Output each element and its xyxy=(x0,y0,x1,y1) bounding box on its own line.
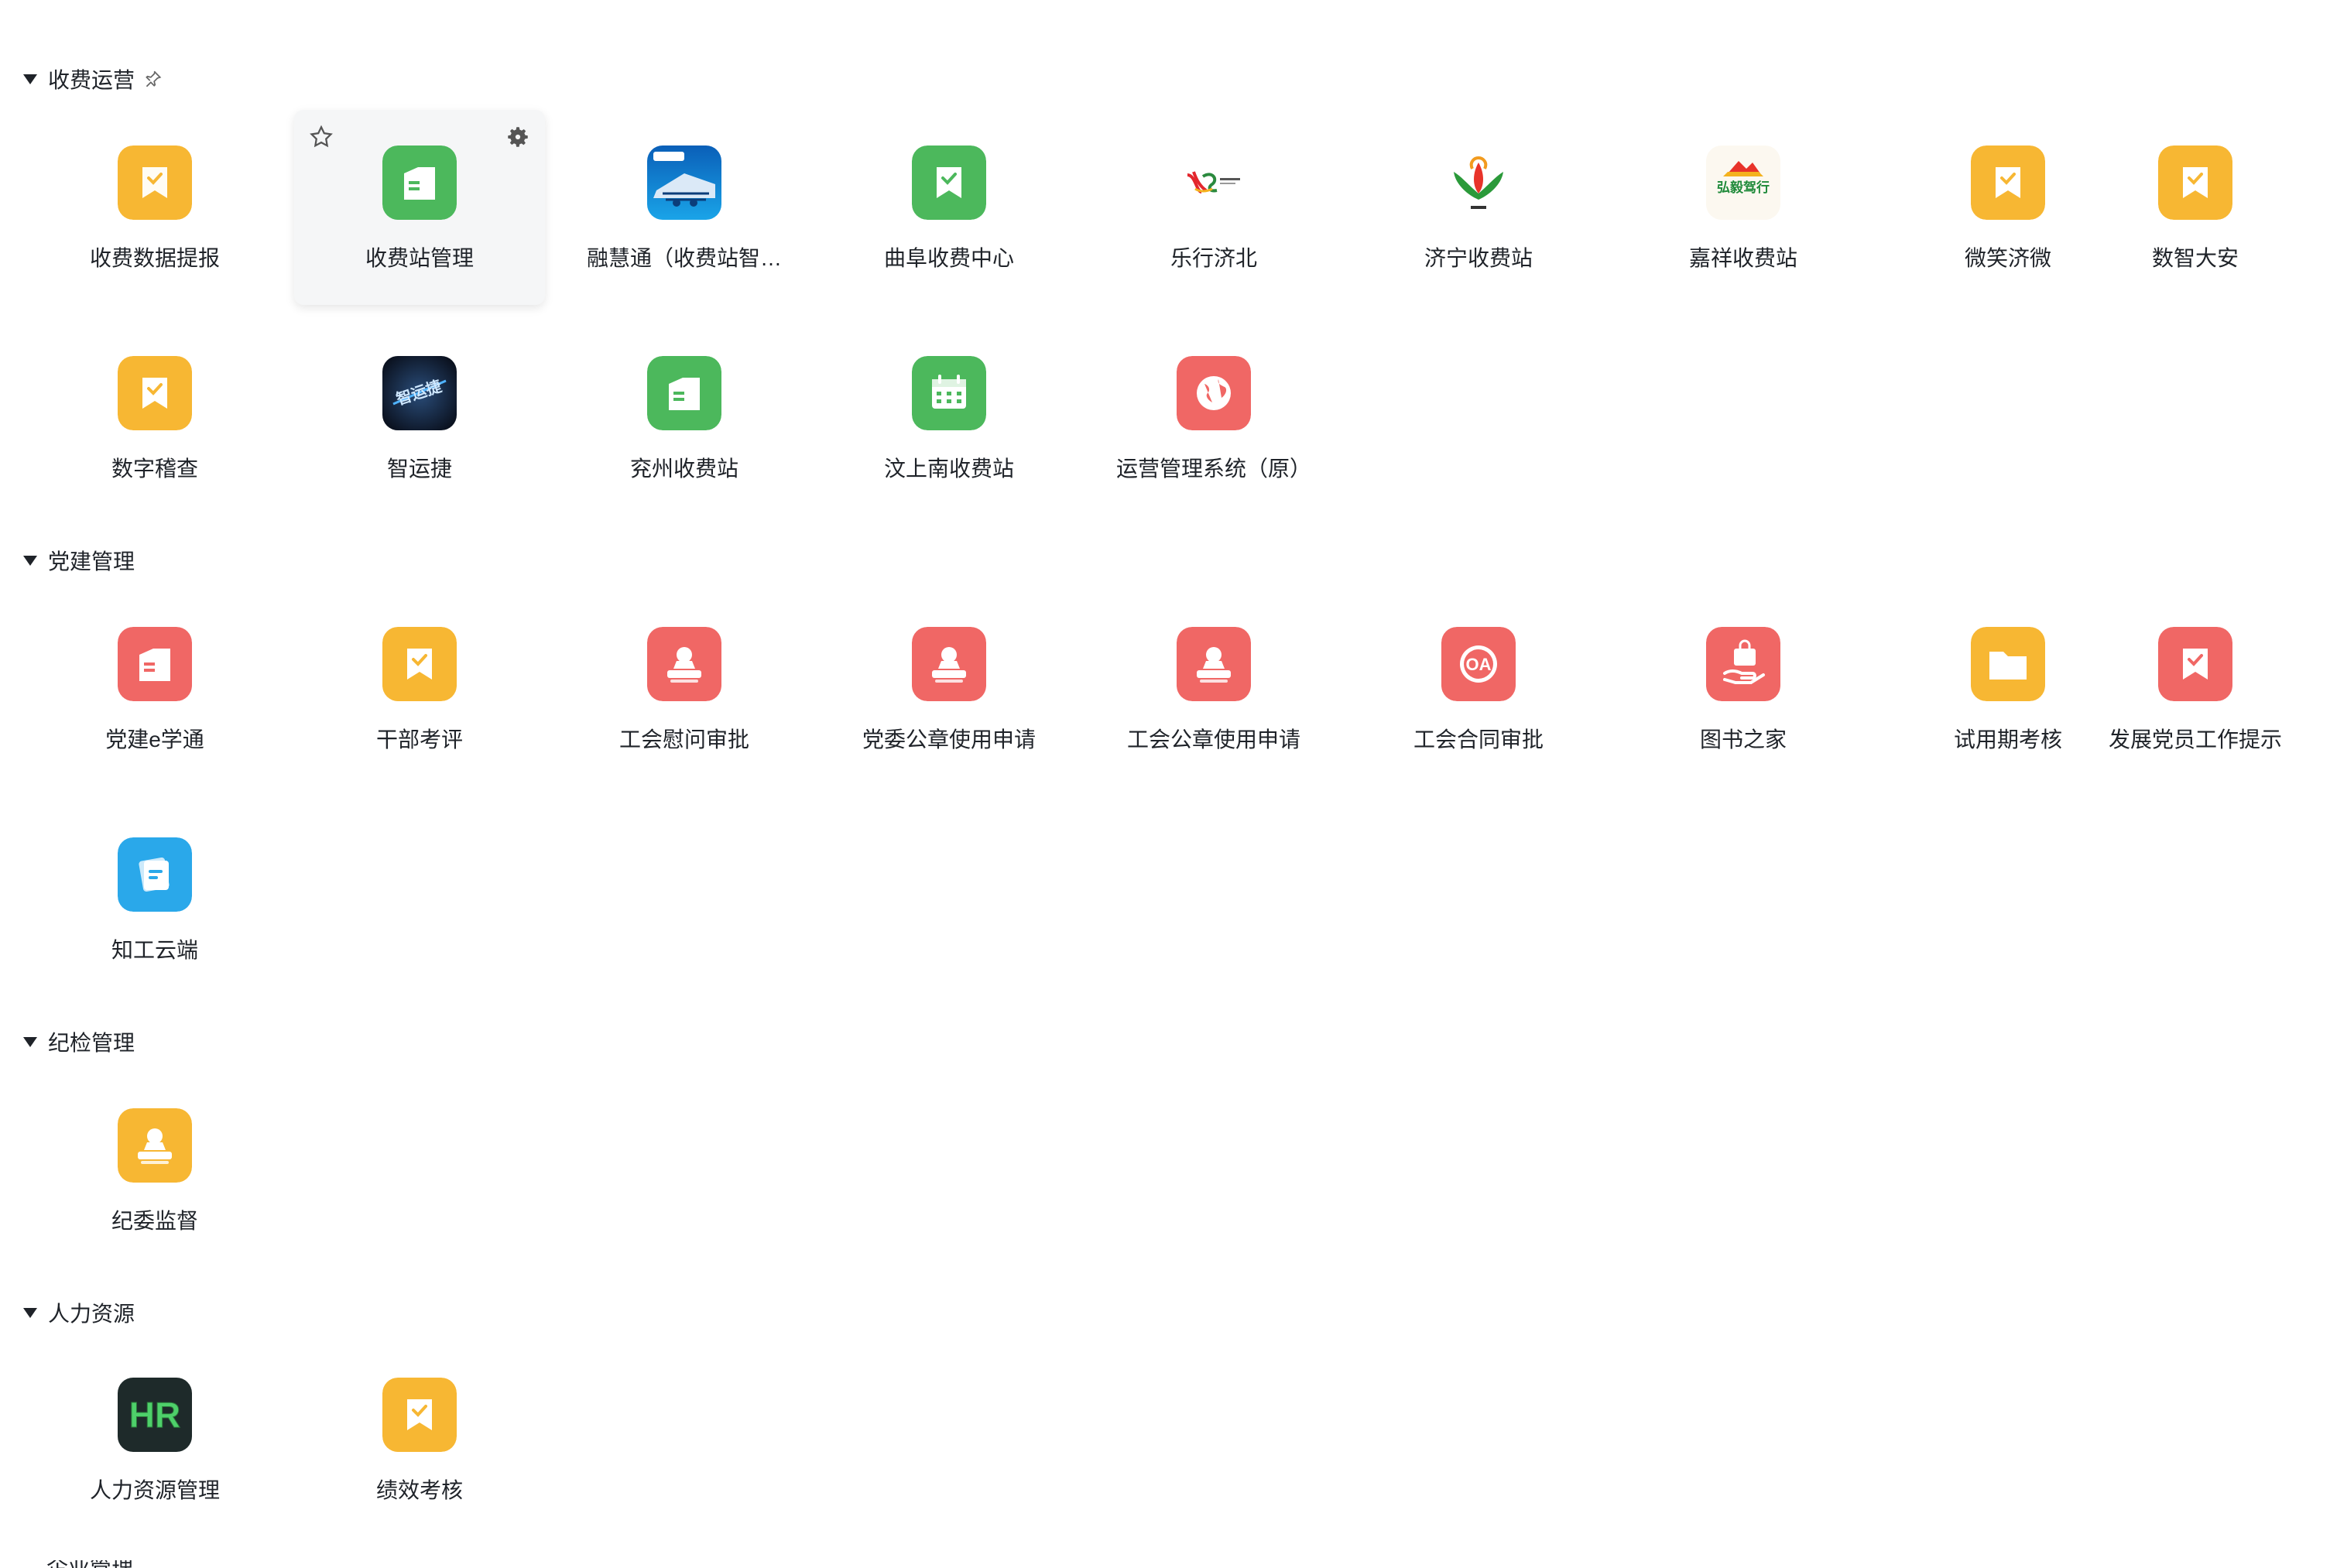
app-tile[interactable]: 汶上南收费站 xyxy=(824,320,1074,515)
red-stamp-icon xyxy=(1177,627,1251,701)
app-label: 发展党员工作提示 xyxy=(2108,728,2282,751)
app-tile[interactable]: 融慧通（收费站智… xyxy=(559,110,810,305)
red-document-icon xyxy=(118,627,192,701)
app-tile[interactable]: 济宁收费站 xyxy=(1353,110,1604,305)
hongyi-logo-icon: 弘毅驾行 xyxy=(1706,146,1780,220)
app-label: 图书之家 xyxy=(1699,728,1787,751)
app-label: 工会公章使用申请 xyxy=(1126,728,1300,751)
app-label: 收费数据提报 xyxy=(89,246,220,270)
pin-icon[interactable] xyxy=(142,69,163,89)
app-label: 兖州收费站 xyxy=(629,457,738,481)
app-label: 工会慰问审批 xyxy=(618,728,749,751)
green-document-icon xyxy=(647,356,721,430)
lexing-jibei-logo-icon xyxy=(1177,146,1251,220)
app-label: 乐行济北 xyxy=(1170,246,1257,270)
red-oa-icon: OA xyxy=(1441,627,1516,701)
app-tile[interactable]: 工会慰问审批 xyxy=(559,591,810,786)
app-label: 工会合同审批 xyxy=(1413,728,1544,751)
app-label: 嘉祥收费站 xyxy=(1688,246,1797,270)
red-globe-icon xyxy=(1177,356,1251,430)
toll-station-photo-icon xyxy=(647,146,721,220)
collapse-caret-icon[interactable] xyxy=(23,74,37,84)
app-label: 济宁收费站 xyxy=(1424,246,1533,270)
app-label: 数智大安 xyxy=(2151,246,2239,270)
app-label: 运营管理系统（原） xyxy=(1115,457,1311,481)
hr-logo-text: HR xyxy=(129,1395,180,1435)
app-tile[interactable]: 数字稽查 xyxy=(29,320,280,515)
zhiyunjie-dark-logo-icon: 智运捷 xyxy=(382,356,457,430)
section-header-party-building[interactable]: 党建管理 xyxy=(23,545,135,576)
orange-bookmark-check-icon xyxy=(2158,146,2232,220)
partial-section-title: 企业管理 xyxy=(46,1560,133,1568)
orange-bookmark-check-icon xyxy=(382,1378,457,1452)
orange-bookmark-check-icon xyxy=(118,146,192,220)
app-label: 知工云端 xyxy=(111,938,198,962)
app-label: 智运捷 xyxy=(386,457,452,481)
gear-icon[interactable] xyxy=(505,124,531,150)
app-tile[interactable]: 智运捷 智运捷 xyxy=(294,320,545,515)
app-tile[interactable]: OA 工会合同审批 xyxy=(1353,591,1604,786)
app-tile[interactable]: 数智大安 xyxy=(2070,110,2321,305)
app-tile[interactable]: 收费数据提报 xyxy=(29,110,280,305)
section-title: 纪检管理 xyxy=(48,1031,135,1055)
jining-flower-logo-icon xyxy=(1441,146,1516,220)
red-stamp-icon xyxy=(912,627,986,701)
app-tile[interactable]: 图书之家 xyxy=(1618,591,1869,786)
hr-logo-icon: HR xyxy=(118,1378,192,1452)
red-bookmark-check-icon xyxy=(2158,627,2232,701)
app-label: 汶上南收费站 xyxy=(883,457,1014,481)
app-tile[interactable]: 党委公章使用申请 xyxy=(824,591,1074,786)
app-label: 人力资源管理 xyxy=(89,1478,220,1502)
app-label: 数字稽查 xyxy=(111,457,198,481)
hongyi-logo-text: 弘毅驾行 xyxy=(1717,180,1770,195)
app-tile[interactable]: 运营管理系统（原） xyxy=(1088,320,1339,515)
orange-bookmark-check-icon xyxy=(118,356,192,430)
app-tile[interactable]: 绩效考核 xyxy=(294,1342,545,1537)
section-header-human-resources[interactable]: 人力资源 xyxy=(23,1297,135,1328)
red-stamp-icon xyxy=(647,627,721,701)
app-tile[interactable]: 工会公章使用申请 xyxy=(1088,591,1339,786)
app-tile[interactable]: 兖州收费站 xyxy=(559,320,810,515)
app-label: 党建e学通 xyxy=(105,728,204,751)
app-tile[interactable]: 乐行济北 xyxy=(1088,110,1339,305)
orange-bookmark-check-icon xyxy=(382,627,457,701)
section-header-toll-operations[interactable]: 收费运营 xyxy=(23,63,163,94)
collapse-caret-icon[interactable] xyxy=(23,555,37,566)
section-title: 党建管理 xyxy=(48,549,135,573)
app-label: 融慧通（收费站智… xyxy=(586,246,782,270)
red-hand-bag-icon xyxy=(1706,627,1780,701)
oa-logo-text: OA xyxy=(1466,655,1492,674)
section-header-discipline[interactable]: 纪检管理 xyxy=(23,1026,135,1057)
orange-bookmark-check-icon xyxy=(1971,146,2045,220)
green-document-icon xyxy=(382,146,457,220)
app-tile[interactable]: 干部考评 xyxy=(294,591,545,786)
app-tile[interactable]: 知工云端 xyxy=(29,802,280,997)
app-label: 绩效考核 xyxy=(375,1478,463,1502)
app-tile[interactable]: HR 人力资源管理 xyxy=(29,1342,280,1537)
app-label: 收费站管理 xyxy=(365,246,474,270)
app-tile[interactable]: 曲阜收费中心 xyxy=(824,110,1074,305)
app-tile[interactable]: 发展党员工作提示 xyxy=(2070,591,2321,786)
app-label: 曲阜收费中心 xyxy=(883,246,1014,270)
app-tile-hovered[interactable]: 收费站管理 xyxy=(294,110,545,305)
app-label: 党委公章使用申请 xyxy=(862,728,1036,751)
section-title: 收费运营 xyxy=(48,68,135,92)
collapse-caret-icon[interactable] xyxy=(23,1036,37,1047)
app-tile[interactable]: 党建e学通 xyxy=(29,591,280,786)
green-bookmark-check-icon xyxy=(912,146,986,220)
app-label: 干部考评 xyxy=(375,728,463,751)
app-tile[interactable]: 弘毅驾行 嘉祥收费站 xyxy=(1618,110,1869,305)
app-tile[interactable]: 纪委监督 xyxy=(29,1073,280,1268)
app-label: 纪委监督 xyxy=(111,1209,198,1233)
green-calendar-icon xyxy=(912,356,986,430)
orange-stamp-icon xyxy=(118,1108,192,1183)
section-title: 人力资源 xyxy=(48,1302,135,1326)
star-icon[interactable] xyxy=(308,124,334,150)
orange-folder-icon xyxy=(1971,627,2045,701)
collapse-caret-icon[interactable] xyxy=(23,1307,37,1318)
blue-notes-icon xyxy=(118,837,192,912)
